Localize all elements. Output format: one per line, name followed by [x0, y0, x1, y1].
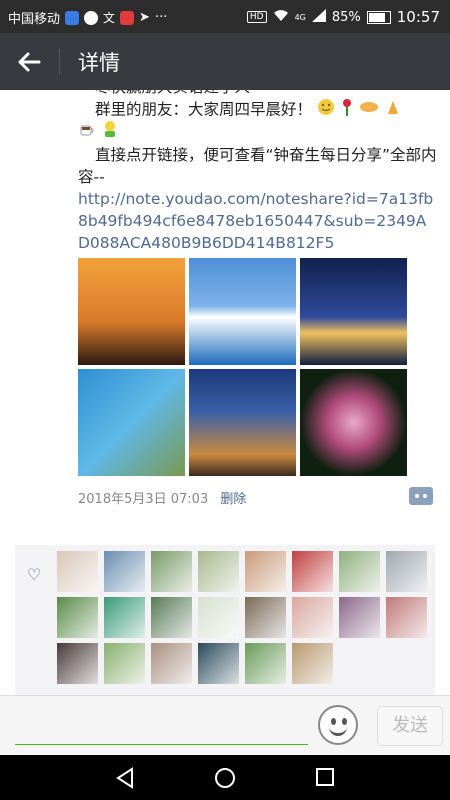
coffee-emoji-icon	[78, 120, 96, 144]
system-nav-bar	[0, 755, 450, 800]
liker-avatar[interactable]	[386, 597, 427, 638]
pray-emoji-icon	[384, 98, 402, 122]
heart-icon: ♡	[27, 565, 42, 584]
nav-recents-icon[interactable]	[315, 767, 335, 791]
clock: 10:57	[396, 8, 440, 26]
battery-percent: 85%	[331, 9, 361, 25]
photo-street-dusk[interactable]	[189, 369, 296, 476]
post-timestamp: 2018年5月3日 07:03	[78, 492, 209, 507]
liker-avatar[interactable]	[386, 551, 427, 592]
liker-avatar[interactable]	[57, 597, 98, 638]
photo-grid	[78, 258, 408, 476]
liker-avatar[interactable]	[151, 551, 192, 592]
liker-avatar[interactable]	[292, 643, 333, 684]
wifi-icon	[273, 9, 289, 26]
photo-coast-bay[interactable]	[78, 369, 185, 476]
nav-home-icon[interactable]	[214, 767, 236, 793]
carrier-label: 中国移动	[8, 12, 61, 27]
post-detail[interactable]: 尽快赢朋大实语建学人 群里的朋友：大家周四早晨好！ 直接点开链接，便可查看“钟奋…	[0, 90, 450, 695]
rose-emoji-icon	[340, 98, 354, 122]
smile-emoji-icon	[317, 98, 335, 122]
liker-avatar[interactable]	[245, 643, 286, 684]
liker-avatar[interactable]	[339, 597, 380, 638]
instruction-text: 直接点开链接，便可查看“钟奋生每日分享”全部内容--	[78, 144, 438, 188]
text-notification-icon: 文	[103, 11, 116, 25]
liker-avatar[interactable]	[104, 597, 145, 638]
liker-avatar[interactable]	[57, 643, 98, 684]
photo-crane-sunset[interactable]	[78, 258, 185, 365]
photo-snow-mountain[interactable]	[189, 258, 296, 365]
send-notification-icon: ➤	[139, 10, 150, 25]
emoji-picker-icon[interactable]	[318, 705, 358, 745]
appbar-divider	[59, 49, 60, 75]
more-notifications-icon: ···	[154, 10, 168, 25]
greeting-text: 群里的朋友：大家周四早晨好！	[95, 100, 313, 119]
comment-input-bar: 发送	[0, 695, 450, 756]
liker-avatar[interactable]	[104, 551, 145, 592]
smiling-person-emoji-icon	[101, 120, 119, 144]
send-button[interactable]: 发送	[377, 706, 443, 746]
photo-city-night[interactable]	[300, 258, 407, 365]
greeting-line: 群里的朋友：大家周四早晨好！	[95, 98, 450, 122]
liker-avatar[interactable]	[245, 551, 286, 592]
liker-avatar[interactable]	[292, 551, 333, 592]
liker-avatar[interactable]	[151, 597, 192, 638]
photo-lily-flowers[interactable]	[300, 369, 407, 476]
emoji-line	[78, 120, 438, 144]
handshake-emoji-icon	[359, 99, 379, 121]
liker-avatar[interactable]	[339, 551, 380, 592]
liker-avatar[interactable]	[151, 643, 192, 684]
app-notification-icon	[65, 10, 80, 25]
video-notification-icon	[120, 10, 135, 25]
comment-input[interactable]	[15, 744, 308, 745]
liker-avatar[interactable]	[245, 597, 286, 638]
liker-avatar[interactable]	[104, 643, 145, 684]
delete-link[interactable]: 删除	[220, 492, 246, 507]
liker-avatar[interactable]	[198, 643, 239, 684]
page-title: 详情	[78, 51, 120, 75]
post-meta: 2018年5月3日 07:03 删除	[78, 488, 246, 507]
app-bar: 详情	[0, 33, 450, 90]
liker-avatar[interactable]	[57, 551, 98, 592]
signal-icon	[311, 8, 326, 26]
liker-avatar[interactable]	[198, 597, 239, 638]
likes-panel: ♡	[15, 545, 435, 695]
chat-notification-icon	[84, 10, 99, 25]
comment-icon[interactable]	[409, 487, 433, 505]
cut-off-text-line: 尽快赢朋大实语建学人	[95, 90, 450, 98]
share-link[interactable]: http://note.youdao.com/noteshare?id=7a13…	[78, 188, 438, 254]
instruction-text-content: 直接点开链接，便可查看“钟奋生每日分享”全部内容--	[78, 146, 437, 186]
liker-avatars	[57, 551, 427, 684]
liker-avatar[interactable]	[198, 551, 239, 592]
battery-icon	[366, 10, 391, 24]
status-bar: 中国移动 文 ➤ ··· HD 4G 85% 10:57	[0, 0, 450, 33]
signal-type: 4G	[294, 12, 306, 22]
liker-avatar[interactable]	[292, 597, 333, 638]
back-arrow-icon[interactable]	[14, 47, 44, 77]
hd-icon: HD	[246, 11, 267, 23]
nav-back-icon[interactable]	[115, 767, 135, 793]
